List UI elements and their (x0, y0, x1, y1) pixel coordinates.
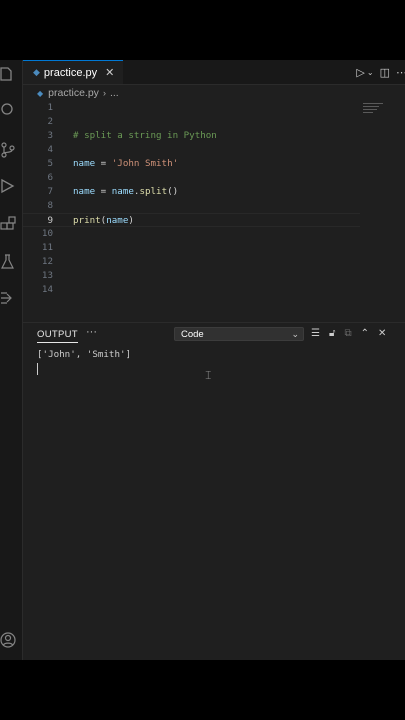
breadcrumb-separator: › (102, 88, 106, 98)
code-line: 5 name = 'John Smith' (23, 157, 405, 171)
code-function: split (139, 186, 168, 197)
panel-toolbar: ☰ 🔓︎ ⧉ ⌃ ✕ (311, 327, 395, 341)
split-editor-icon[interactable]: ◫ (380, 66, 390, 79)
output-panel-header: OUTPUT ··· Code ⌄ ☰ 🔓︎ ⧉ ⌃ ✕ (23, 325, 405, 345)
source-control-icon[interactable] (0, 142, 16, 158)
extensions-icon[interactable] (0, 216, 16, 232)
run-debug-icon[interactable] (0, 178, 16, 194)
code-editor[interactable]: 1 2 3 # split a string in Python 4 5 nam… (23, 101, 405, 323)
output-text: ['John', 'Smith'] (37, 349, 132, 360)
lock-scroll-icon[interactable]: 🔓︎ (329, 327, 335, 341)
code-operator: = (95, 186, 112, 197)
output-channel-select[interactable]: Code ⌄ (174, 327, 304, 341)
code-line: 1 (23, 101, 405, 115)
panel-divider[interactable] (23, 322, 405, 323)
open-in-editor-icon[interactable]: ⧉ (344, 327, 351, 341)
remote-explorer-icon[interactable] (0, 290, 16, 306)
code-line: 8 (23, 199, 405, 213)
line-number: 13 (41, 270, 53, 281)
tab-label: practice.py (43, 66, 98, 79)
code-line: 10 (23, 227, 405, 241)
code-string: 'John Smith' (111, 158, 179, 169)
tab-practice-py[interactable]: ◆ practice.py ✕ (23, 60, 123, 84)
line-number: 8 (47, 200, 53, 211)
line-number: 4 (47, 144, 53, 155)
code-variable: name (106, 215, 129, 226)
code-operator: = (95, 158, 112, 169)
line-number: 2 (47, 116, 53, 127)
code-line: 12 (23, 255, 405, 269)
code-variable: name (73, 186, 96, 197)
account-icon[interactable] (0, 632, 16, 648)
breadcrumb: ◆ practice.py › ... (23, 85, 405, 101)
code-punctuation: ) (128, 215, 134, 226)
line-number: 9 (47, 215, 53, 226)
editor-actions: ▷ ⌄ ◫ ⋯ (350, 60, 405, 84)
code-line: 3 # split a string in Python (23, 129, 405, 143)
code-comment: # split a string in Python (73, 130, 217, 141)
code-line: 6 (23, 171, 405, 185)
line-number: 10 (41, 228, 53, 239)
run-dropdown-chevron-icon[interactable]: ⌄ (367, 68, 374, 77)
code-line: 13 (23, 269, 405, 283)
editor-tab-bar: ◆ practice.py ✕ ▷ ⌄ ◫ ⋯ (23, 60, 405, 85)
panel-more-icon[interactable]: ··· (86, 326, 97, 338)
code-line: 14 (23, 283, 405, 297)
clear-output-icon[interactable]: ☰ (311, 327, 320, 341)
maximize-panel-icon[interactable]: ⌃ (361, 327, 369, 341)
code-line: 2 (23, 115, 405, 129)
line-number: 7 (47, 186, 53, 197)
testing-flask-icon[interactable] (0, 254, 16, 270)
line-number: 1 (47, 102, 53, 113)
mouse-ibeam-cursor: 𝙸 (204, 368, 213, 382)
python-file-icon: ◆ (33, 67, 40, 78)
tab-output[interactable]: OUTPUT (37, 329, 78, 343)
line-number: 6 (47, 172, 53, 183)
code-punctuation: () (167, 186, 179, 197)
code-line: 7 name = name.split() (23, 185, 405, 199)
code-line: 11 (23, 241, 405, 255)
code-variable: name (73, 158, 96, 169)
explorer-icon[interactable] (0, 66, 16, 82)
search-icon[interactable] (0, 102, 16, 118)
code-variable: name (111, 186, 134, 197)
more-actions-icon[interactable]: ⋯ (396, 66, 405, 79)
code-line: 4 (23, 143, 405, 157)
breadcrumb-symbols[interactable]: ... (110, 87, 119, 99)
line-number: 14 (41, 284, 53, 295)
close-tab-icon[interactable]: ✕ (105, 66, 114, 79)
breadcrumb-file[interactable]: practice.py (48, 87, 99, 99)
output-channel-value: Code (181, 329, 204, 340)
close-panel-icon[interactable]: ✕ (378, 327, 386, 341)
python-file-icon: ◆ (37, 88, 44, 98)
code-line-current: 9 print(name) (23, 213, 360, 227)
activity-bar (0, 60, 23, 660)
vscode-window: ◆ practice.py ✕ ▷ ⌄ ◫ ⋯ ◆ practice.py › … (0, 60, 405, 660)
line-number: 11 (41, 242, 53, 253)
line-number: 3 (47, 130, 53, 141)
chevron-down-icon: ⌄ (291, 329, 299, 339)
line-number: 5 (47, 158, 53, 169)
code-function: print (73, 215, 101, 226)
run-python-file-icon[interactable]: ▷ (356, 66, 364, 79)
text-cursor (37, 363, 38, 375)
line-number: 12 (41, 256, 53, 267)
